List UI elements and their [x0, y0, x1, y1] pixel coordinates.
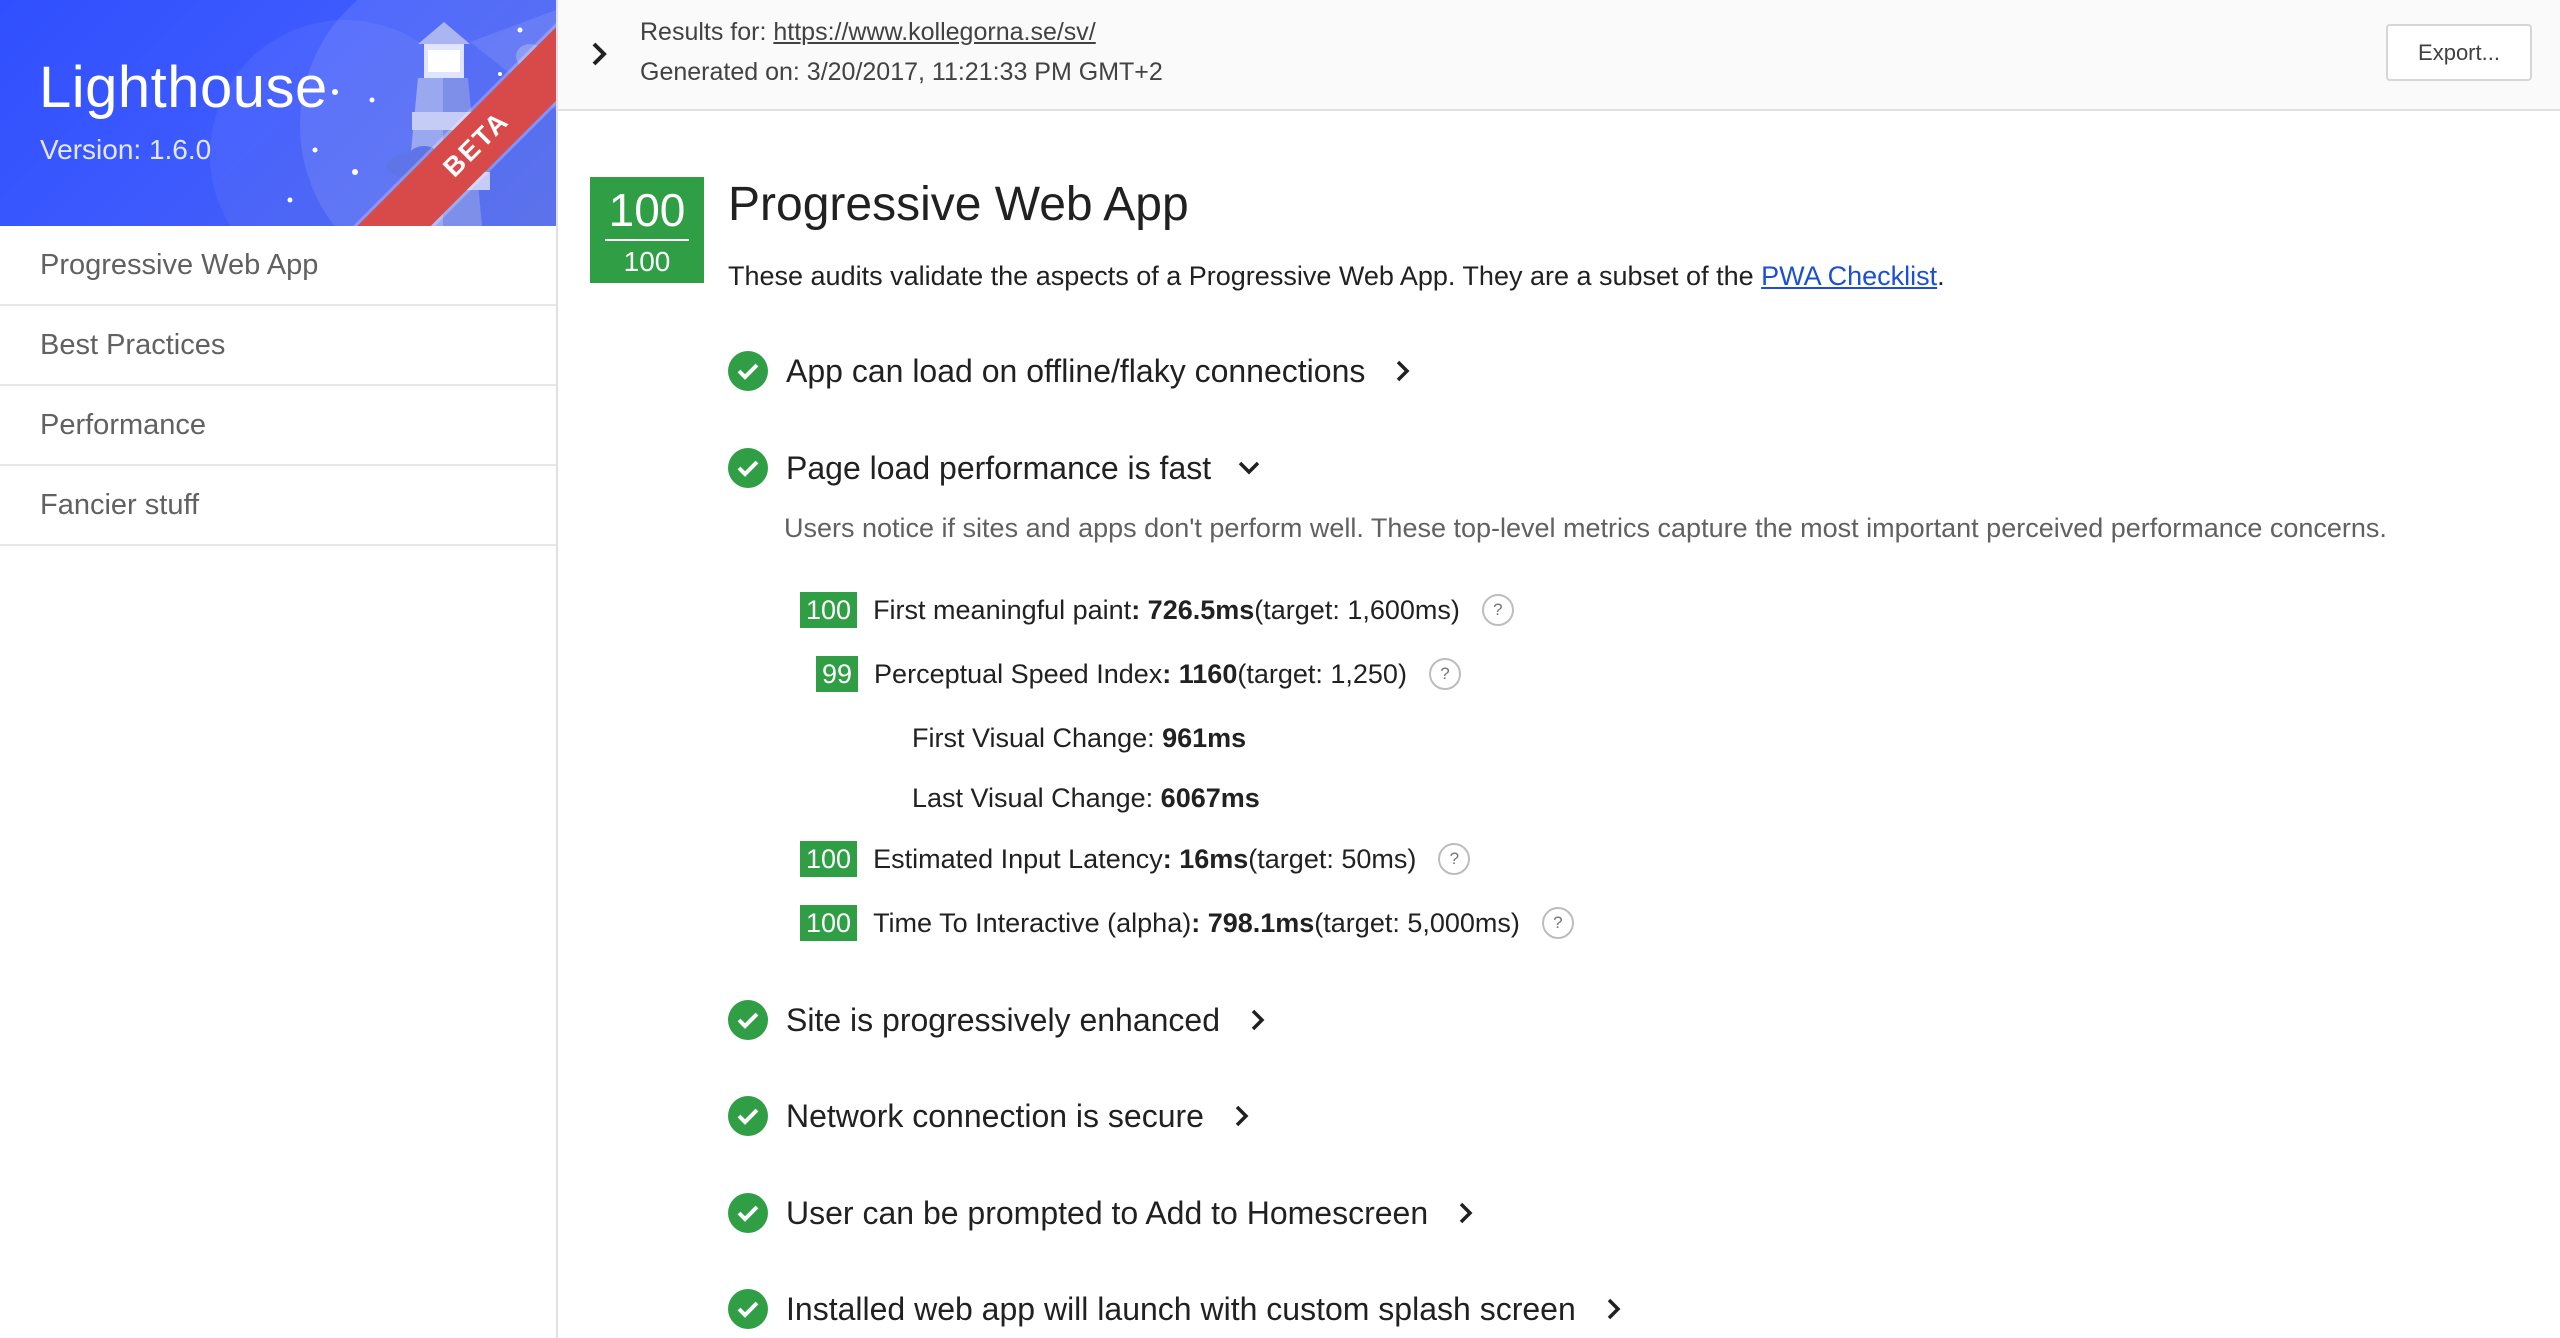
report-header: Results for: https://www.kollegorna.se/s…	[558, 0, 2560, 111]
metric-perceptual-speed-index: 99 Perceptual Speed Index: 1160 (target:…	[816, 656, 1461, 692]
category-title: Progressive Web App	[728, 178, 1189, 231]
category-score-max: 100	[623, 246, 671, 277]
sub-metric-first-visual-change: First Visual Change: 961ms	[912, 723, 1246, 754]
audit-title: Page load performance is fast	[786, 449, 1212, 486]
check-icon	[728, 1000, 768, 1040]
metric-value: : 798.1ms	[1191, 907, 1315, 938]
category-score: 100	[608, 184, 686, 236]
check-icon	[728, 1289, 768, 1329]
audit-title: User can be prompted to Add to Homescree…	[786, 1194, 1429, 1231]
generated-on: Generated on: 3/20/2017, 11:21:33 PM GMT…	[640, 58, 1163, 86]
help-icon[interactable]: ?	[1428, 658, 1461, 690]
metric-score: 100	[800, 841, 858, 877]
audit-title: Network connection is secure	[786, 1097, 1204, 1134]
score-divider	[605, 239, 689, 241]
metric-name: First meaningful paint	[873, 594, 1132, 625]
metric-score: 100	[800, 592, 858, 628]
category-description-suffix: .	[1937, 261, 1945, 291]
metric-value: : 1160	[1162, 658, 1238, 689]
audit-add-to-homescreen[interactable]: User can be prompted to Add to Homescree…	[728, 1191, 1478, 1235]
metric-score: 100	[800, 905, 858, 941]
metric-name: Estimated Input Latency	[873, 843, 1163, 874]
sub-metric-value: 961ms	[1162, 723, 1247, 753]
audit-title: Installed web app will launch with custo…	[786, 1290, 1576, 1327]
sidebar: Lighthouse Version: 1.6.0 BETA Progressi…	[0, 0, 558, 1338]
audit-description: Users notice if sites and apps don't per…	[784, 513, 2387, 543]
audit-network-secure[interactable]: Network connection is secure	[728, 1094, 1254, 1138]
audit-offline[interactable]: App can load on offline/flaky connection…	[728, 349, 1415, 393]
metric-target: (target: 1,600ms)	[1254, 594, 1460, 625]
sidebar-item-progressive-web-app[interactable]: Progressive Web App	[0, 226, 556, 306]
check-icon	[728, 351, 768, 391]
metric-target: (target: 1,250)	[1237, 658, 1407, 689]
metric-score: 99	[816, 656, 859, 692]
metric-value: : 726.5ms	[1131, 594, 1255, 625]
chevron-right-icon	[1391, 359, 1415, 383]
metric-name: Perceptual Speed Index	[874, 658, 1163, 689]
check-icon	[728, 448, 768, 488]
sub-metric-value: 6067ms	[1160, 783, 1260, 813]
audit-title: App can load on offline/flaky connection…	[786, 352, 1366, 389]
chevron-right-icon[interactable]	[588, 40, 612, 68]
app-version: Version: 1.6.0	[40, 134, 212, 165]
export-button[interactable]: Export...	[2386, 24, 2532, 81]
help-icon[interactable]: ?	[1481, 594, 1514, 626]
chevron-right-icon	[1246, 1008, 1270, 1032]
metric-target: (target: 50ms)	[1248, 843, 1417, 874]
category-description: These audits validate the aspects of a P…	[728, 261, 1945, 292]
report-main: 100 100 Progressive Web App These audits…	[558, 111, 2560, 1338]
chevron-right-icon	[1230, 1104, 1254, 1128]
metric-target: (target: 5,000ms)	[1314, 907, 1520, 938]
metric-value: : 16ms	[1162, 843, 1249, 874]
metric-time-to-interactive: 100 Time To Interactive (alpha): 798.1ms…	[800, 905, 1574, 941]
brand-header: Lighthouse Version: 1.6.0 BETA	[0, 0, 556, 226]
chevron-down-icon	[1237, 456, 1261, 480]
check-icon	[728, 1096, 768, 1136]
chevron-right-icon	[1454, 1201, 1478, 1225]
sidebar-item-performance[interactable]: Performance	[0, 386, 556, 466]
chevron-right-icon	[1602, 1297, 1626, 1321]
help-icon[interactable]: ?	[1541, 907, 1574, 939]
metric-name: Time To Interactive (alpha)	[873, 907, 1192, 938]
pwa-checklist-link[interactable]: PWA Checklist	[1761, 261, 1937, 291]
results-label: Results for:	[640, 18, 774, 46]
sidebar-item-best-practices[interactable]: Best Practices	[0, 306, 556, 386]
metric-estimated-input-latency: 100 Estimated Input Latency: 16ms (targe…	[800, 841, 1471, 877]
check-icon	[728, 1193, 768, 1233]
audit-splash-screen[interactable]: Installed web app will launch with custo…	[728, 1287, 1626, 1331]
metric-first-meaningful-paint: 100 First meaningful paint: 726.5ms (tar…	[800, 592, 1514, 628]
category-description-text: These audits validate the aspects of a P…	[728, 261, 1762, 291]
audit-progressively-enhanced[interactable]: Site is progressively enhanced	[728, 998, 1270, 1042]
category-score-badge: 100 100	[590, 177, 704, 283]
results-for: Results for: https://www.kollegorna.se/s…	[640, 18, 1096, 47]
audit-page-load-performance[interactable]: Page load performance is fast	[728, 446, 1261, 490]
sub-metric-last-visual-change: Last Visual Change: 6067ms	[912, 783, 1260, 814]
sub-metric-name: Last Visual Change:	[912, 783, 1161, 813]
results-url-link[interactable]: https://www.kollegorna.se/sv/	[773, 18, 1095, 46]
help-icon[interactable]: ?	[1438, 843, 1471, 875]
sidebar-item-fancier-stuff[interactable]: Fancier stuff	[0, 466, 556, 546]
app-title: Lighthouse	[39, 55, 328, 120]
sub-metric-name: First Visual Change:	[912, 723, 1163, 753]
audit-title: Site is progressively enhanced	[786, 1001, 1221, 1038]
